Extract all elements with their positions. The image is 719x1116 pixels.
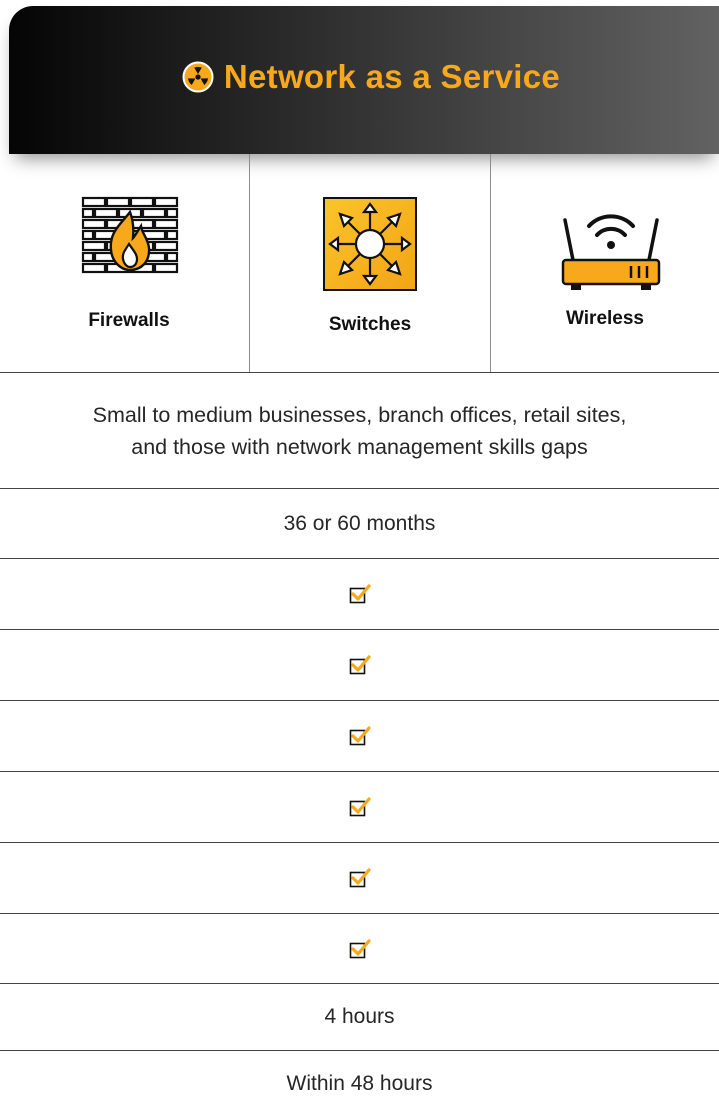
row-replacement-time: Within 48 hours [0,1051,719,1116]
product-columns: Firewalls Switches Wireless [9,154,719,372]
product-firewalls: Firewalls [9,154,249,372]
header-title-group: Network as a Service [182,58,560,96]
row-feature-4 [0,772,719,842]
row-feature-5 [0,843,719,913]
replacement-time-value: Within 48 hours [286,1071,433,1095]
checkbox-checked-icon [349,797,371,817]
radiation-icon [182,61,214,93]
row-feature-1 [0,559,719,629]
service-header: Network as a Service [9,6,719,154]
checkbox-checked-icon [349,868,371,888]
checkbox-checked-icon [349,938,371,958]
response-time-value: 4 hours [324,1005,395,1028]
ideal-for-line-2: and those with network management skills… [131,434,588,459]
firewall-icon [81,196,179,274]
ideal-for-line-1: Small to medium businesses, branch offic… [92,402,627,427]
product-wireless: Wireless [490,154,719,372]
row-feature-3 [0,701,719,771]
row-term: 36 or 60 months [0,489,719,558]
checkbox-checked-icon [349,726,371,746]
product-label-wireless: Wireless [566,308,644,329]
product-switches: Switches [249,154,490,372]
row-feature-2 [0,630,719,700]
row-ideal-for: Small to medium businesses, branch offic… [0,373,719,488]
wireless-router-icon [561,214,661,290]
term-value: 36 or 60 months [283,511,436,535]
row-response-time: 4 hours [0,984,719,1050]
switch-icon [323,197,417,291]
page-title: Network as a Service [223,58,561,95]
checkbox-checked-icon [349,584,371,604]
row-feature-6 [0,914,719,983]
product-label-firewalls: Firewalls [88,310,170,331]
checkbox-checked-icon [349,655,371,675]
product-label-switches: Switches [328,314,412,335]
